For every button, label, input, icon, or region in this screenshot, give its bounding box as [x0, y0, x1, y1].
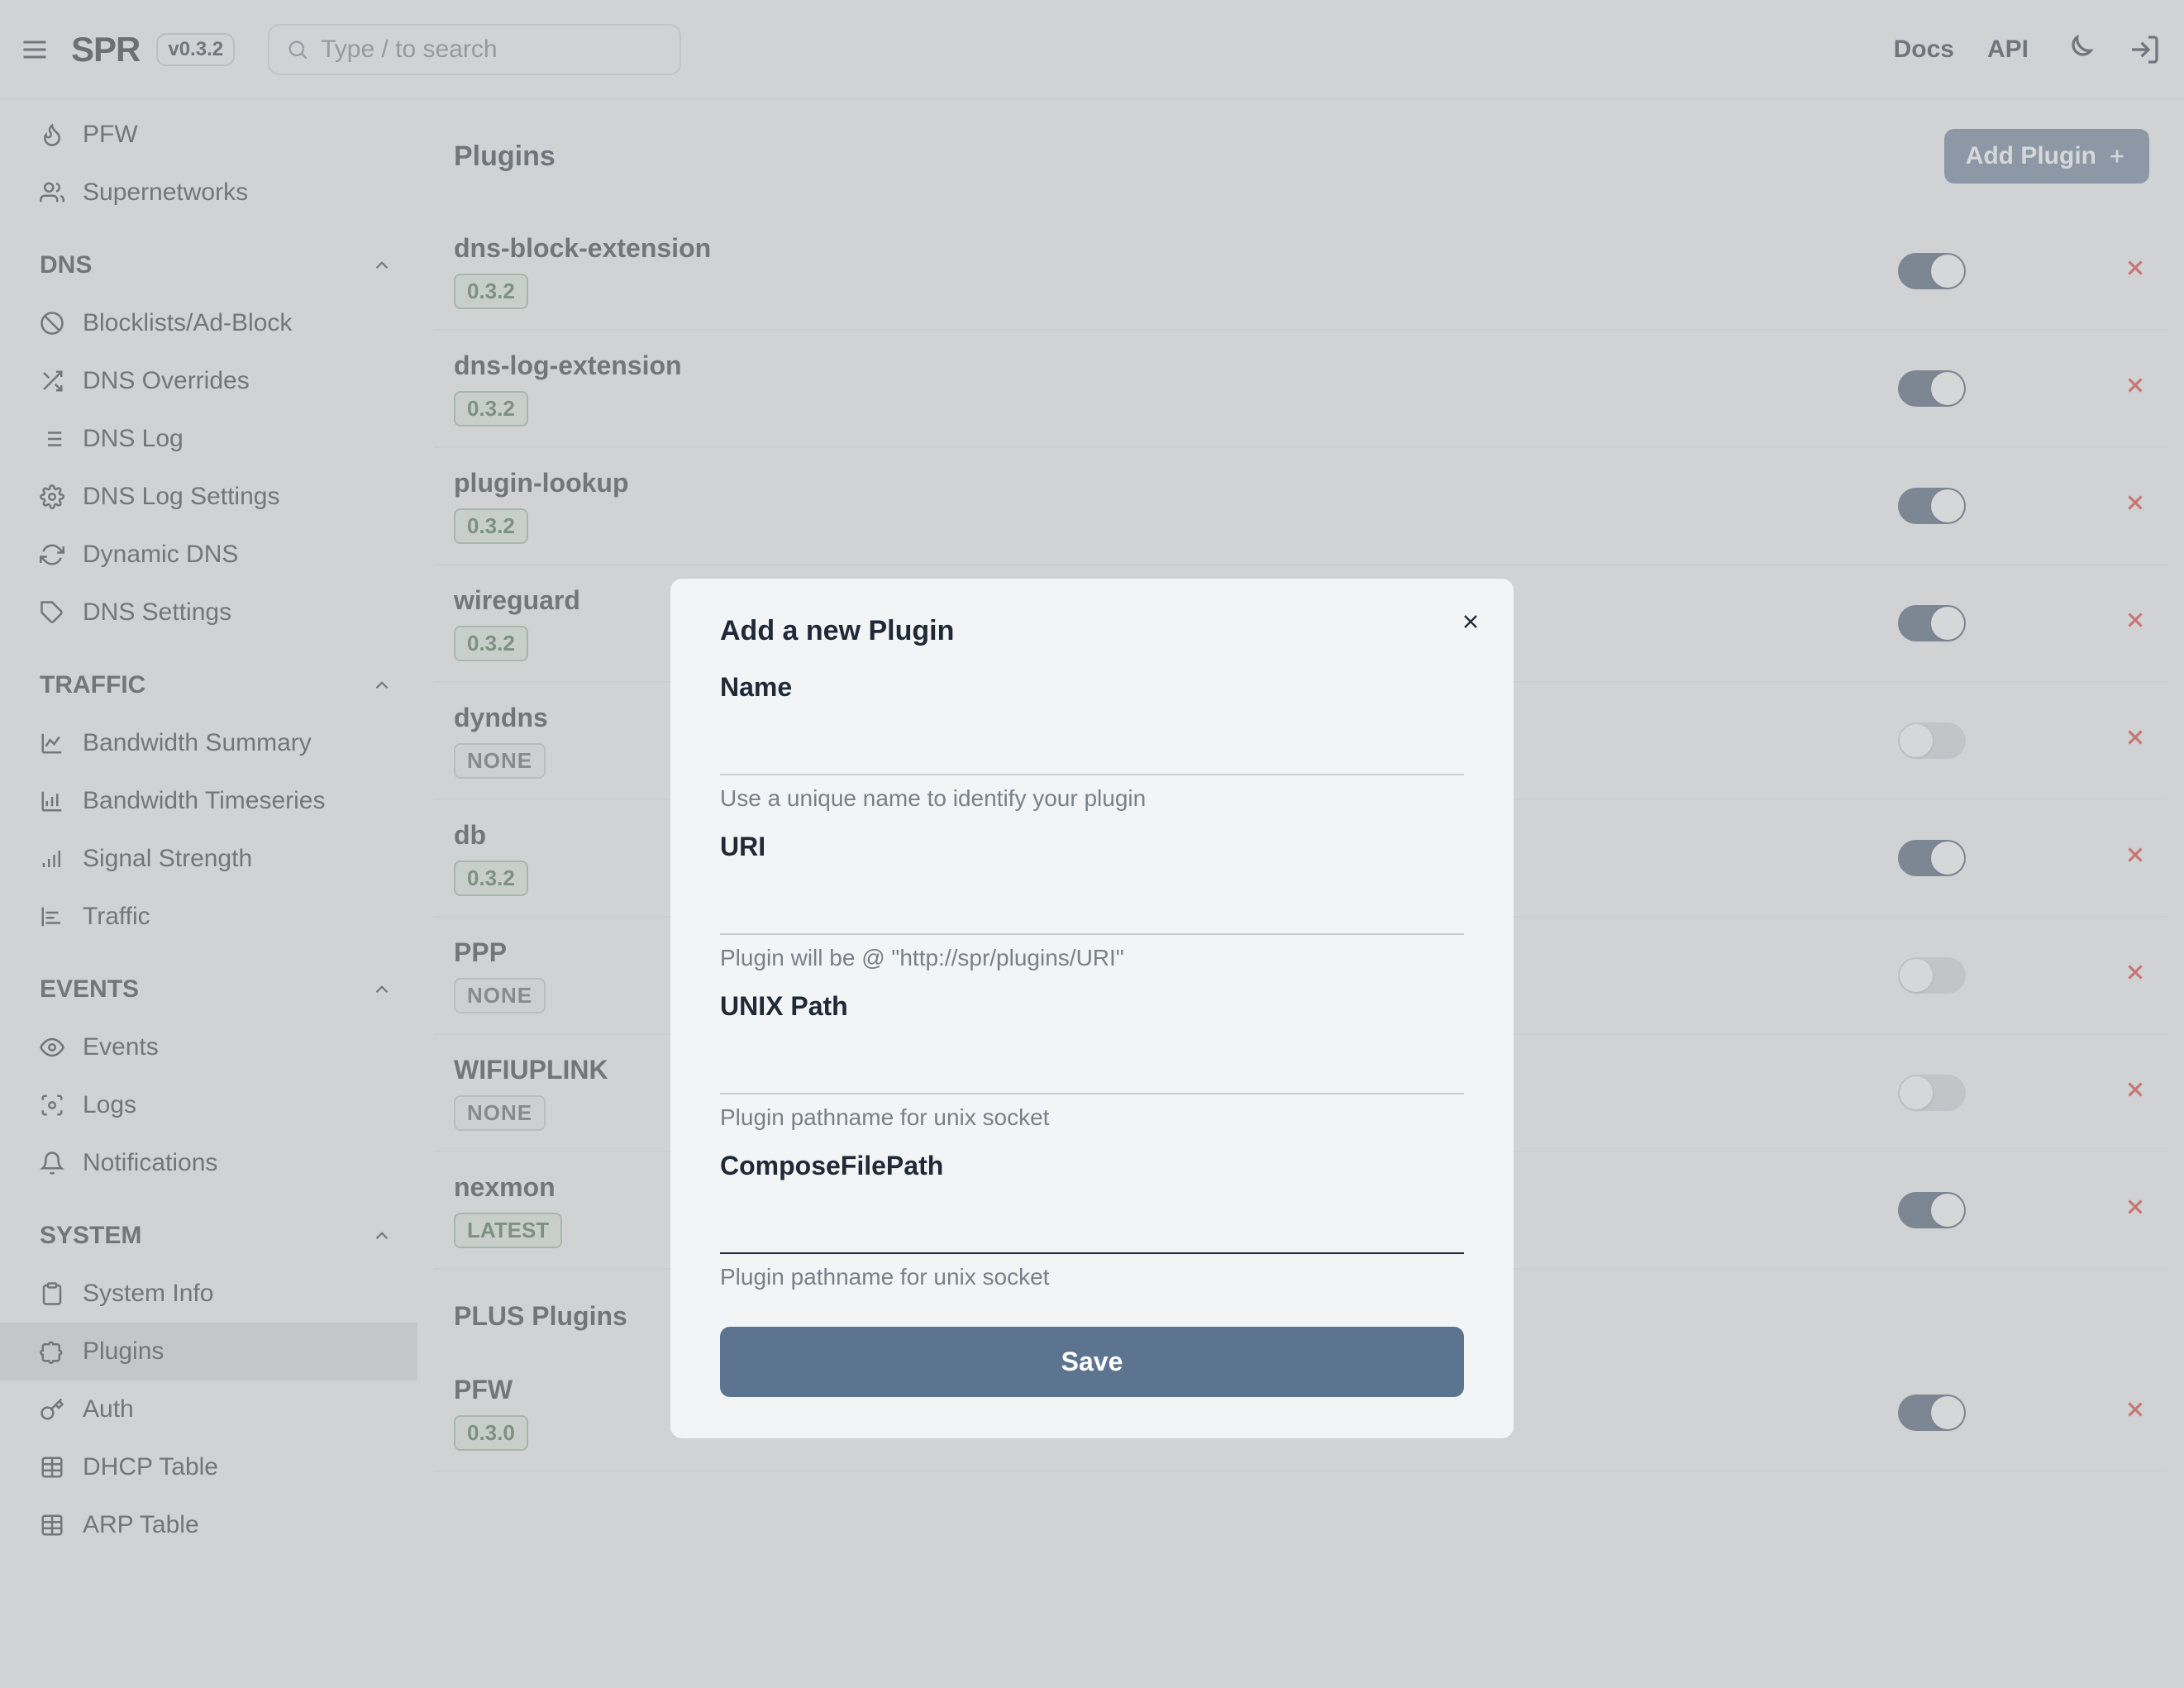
- compose-label: ComposeFilePath: [720, 1151, 1464, 1181]
- add-plugin-modal: Add a new Plugin Name Use a unique name …: [670, 579, 1514, 1438]
- name-help: Use a unique name to identify your plugi…: [720, 785, 1464, 812]
- compose-field[interactable]: [720, 1191, 1464, 1254]
- unix-field[interactable]: [720, 1032, 1464, 1094]
- name-field[interactable]: [720, 713, 1464, 775]
- unix-label: UNIX Path: [720, 991, 1464, 1022]
- close-icon: [1459, 610, 1482, 633]
- uri-field[interactable]: [720, 872, 1464, 935]
- uri-help: Plugin will be @ "http://spr/plugins/URI…: [720, 945, 1464, 971]
- name-label: Name: [720, 672, 1464, 703]
- unix-help: Plugin pathname for unix socket: [720, 1104, 1464, 1131]
- modal-title: Add a new Plugin: [720, 615, 1464, 647]
- modal-overlay[interactable]: Add a new Plugin Name Use a unique name …: [0, 0, 2184, 1688]
- close-button[interactable]: [1459, 610, 1482, 639]
- compose-help: Plugin pathname for unix socket: [720, 1264, 1464, 1290]
- save-button[interactable]: Save: [720, 1327, 1464, 1397]
- uri-label: URI: [720, 832, 1464, 862]
